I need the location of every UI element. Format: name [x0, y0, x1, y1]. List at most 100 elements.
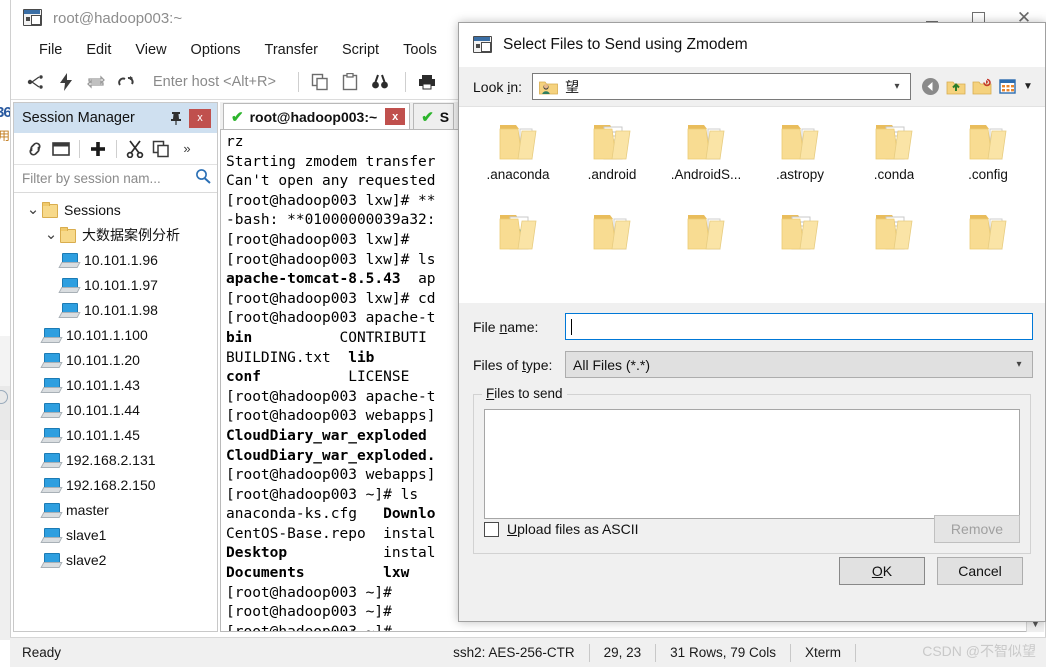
file-item[interactable] [565, 209, 659, 299]
dialog-action-buttons: OK Cancel [839, 557, 1023, 585]
menu-tools[interactable]: Tools [391, 40, 449, 60]
file-item-label: .anaconda [486, 167, 550, 182]
chevron-more-icon[interactable]: » [174, 137, 200, 161]
menu-view[interactable]: View [123, 40, 178, 60]
tab-secondary[interactable]: ✔ S [413, 103, 455, 129]
menu-transfer[interactable]: Transfer [253, 40, 330, 60]
session-tree-item[interactable]: 10.101.1.45 [14, 422, 217, 447]
tab-root-hadoop003[interactable]: ✔ root@hadoop003:~ x [223, 103, 411, 129]
find-icon[interactable] [367, 69, 393, 95]
session-tree-item[interactable]: 10.101.1.96 [14, 247, 217, 272]
session-tree-label: master [66, 501, 109, 518]
text-caret [571, 318, 572, 335]
add-icon[interactable] [85, 137, 111, 161]
dialog-title-bar: Select Files to Send using Zmodem [459, 23, 1045, 67]
securecrt-icon [473, 36, 493, 54]
new-window-icon[interactable] [48, 137, 74, 161]
files-of-type-select[interactable]: All Files (*.*) ▾ [565, 351, 1033, 378]
session-tree-label: 192.168.2.150 [66, 476, 156, 493]
print-icon[interactable] [414, 69, 440, 95]
upload-ascii-checkbox[interactable] [484, 521, 499, 537]
file-item[interactable] [659, 209, 753, 299]
background-window: 36 用 [0, 0, 12, 667]
session-tree-item[interactable]: ⌄ Sessions [14, 197, 217, 222]
file-item[interactable]: .conda [847, 119, 941, 209]
session-tree-item[interactable]: master [14, 497, 217, 522]
session-tree-item[interactable]: 10.101.1.97 [14, 272, 217, 297]
session-computer-icon [42, 352, 60, 367]
pin-icon[interactable] [166, 107, 186, 129]
toolbar-divider [297, 71, 299, 92]
cut-icon[interactable] [122, 137, 148, 161]
disconnect-icon[interactable] [113, 69, 139, 95]
session-tree-item[interactable]: 10.101.1.44 [14, 397, 217, 422]
cancel-button[interactable]: Cancel [937, 557, 1023, 585]
session-computer-icon [42, 377, 60, 392]
session-tree-item[interactable]: 10.101.1.43 [14, 372, 217, 397]
divider [79, 139, 80, 158]
session-tree-item[interactable]: 10.101.1.98 [14, 297, 217, 322]
menu-file[interactable]: File [27, 40, 74, 60]
folder-icon [964, 119, 1012, 163]
file-item[interactable] [941, 209, 1035, 299]
reconnect-icon[interactable] [83, 69, 109, 95]
paste-icon[interactable] [337, 69, 363, 95]
session-tree-item[interactable]: 192.168.2.150 [14, 472, 217, 497]
folder-doc-icon [776, 209, 824, 253]
session-tree-item[interactable]: slave2 [14, 547, 217, 572]
session-tree-item[interactable]: 10.101.1.100 [14, 322, 217, 347]
view-dropdown-icon[interactable]: ▼ [1021, 74, 1035, 100]
connect-link-icon[interactable] [22, 137, 48, 161]
session-tree-item[interactable]: 10.101.1.20 [14, 347, 217, 372]
session-tree-item[interactable]: 192.168.2.131 [14, 447, 217, 472]
session-tree-item[interactable]: ⌄ 大数据案例分析 [14, 222, 217, 247]
chevron-down-icon[interactable]: ▾ [884, 74, 910, 99]
menu-script[interactable]: Script [330, 40, 391, 60]
session-tree-label: Sessions [64, 201, 121, 218]
up-folder-icon[interactable] [943, 74, 969, 100]
terminal-line: [root@hadoop003 ~]# [226, 623, 392, 632]
menu-edit[interactable]: Edit [74, 40, 123, 60]
file-item[interactable]: .astropy [753, 119, 847, 209]
session-tree-label: 10.101.1.96 [84, 251, 158, 268]
view-mode-icon[interactable] [995, 74, 1021, 100]
session-tree[interactable]: ⌄ Sessions ⌄ 大数据案例分析 10.101.1.96 10.101.1.97 1… [14, 193, 217, 631]
file-item[interactable]: .android [565, 119, 659, 209]
back-icon[interactable] [917, 74, 943, 100]
new-folder-icon[interactable] [969, 74, 995, 100]
session-filter-input[interactable]: Filter by session nam... [22, 171, 195, 186]
file-item[interactable]: .anaconda [471, 119, 565, 209]
files-to-send-list[interactable] [484, 409, 1020, 519]
session-manager-close-button[interactable]: x [189, 108, 211, 128]
background-text-fragment-2: 用 [0, 129, 11, 143]
quick-connect-icon[interactable] [53, 69, 79, 95]
file-item[interactable] [471, 209, 565, 299]
copy-icon[interactable] [307, 69, 333, 95]
remove-button[interactable]: Remove [934, 515, 1020, 543]
file-item[interactable]: .AndroidS... [659, 119, 753, 209]
file-browser-list[interactable]: .anaconda .android .AndroidS... .astropy .co… [459, 107, 1045, 303]
copy-icon[interactable] [148, 137, 174, 161]
file-name-input[interactable] [565, 313, 1033, 340]
search-icon[interactable] [195, 168, 211, 189]
file-item[interactable] [847, 209, 941, 299]
file-item-label: .astropy [775, 167, 825, 182]
session-tree-item[interactable]: slave1 [14, 522, 217, 547]
look-in-combo[interactable]: 望 ▾ [532, 73, 911, 100]
chevron-down-icon[interactable]: ⌄ [24, 202, 42, 217]
chevron-down-icon[interactable]: ▾ [1006, 352, 1032, 377]
tab-close-icon[interactable]: x [385, 108, 406, 125]
user-folder-icon [539, 79, 558, 95]
connect-icon[interactable] [23, 69, 49, 95]
folder-doc-icon [870, 209, 918, 253]
file-item[interactable]: .config [941, 119, 1035, 209]
file-item[interactable] [753, 209, 847, 299]
ok-button[interactable]: OK [839, 557, 925, 585]
folder-doc-icon [588, 119, 636, 163]
chevron-down-icon[interactable]: ⌄ [42, 227, 60, 242]
folder-icon [42, 202, 58, 218]
upload-ascii-label: Upload files as ASCII [507, 521, 639, 537]
session-computer-icon [60, 302, 78, 317]
host-input[interactable]: Enter host <Alt+R> [153, 74, 276, 90]
menu-options[interactable]: Options [179, 40, 253, 60]
